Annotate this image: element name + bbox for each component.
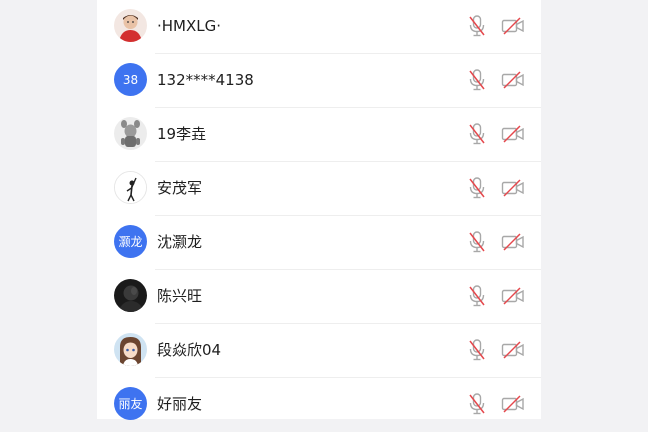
participant-name: 段焱欣04: [157, 341, 222, 359]
avatar: [114, 279, 147, 312]
avatar: 丽友: [114, 387, 147, 420]
participant-name: 好丽友: [157, 395, 203, 413]
participant-name: ·HMXLG·: [157, 17, 222, 35]
mic-muted-icon[interactable]: [467, 392, 487, 416]
avatar: [114, 9, 147, 42]
mic-muted-icon[interactable]: [467, 68, 487, 92]
camera-off-icon[interactable]: [501, 340, 525, 360]
participant-name: 陈兴旺: [157, 287, 203, 305]
participant-row[interactable]: 丽友 好丽友: [97, 378, 541, 432]
mic-muted-icon[interactable]: [467, 176, 487, 200]
participant-row[interactable]: 段焱欣04: [97, 324, 541, 378]
camera-off-icon[interactable]: [501, 232, 525, 252]
participant-row[interactable]: 19李垚: [97, 108, 541, 162]
avatar: 灏龙: [114, 225, 147, 258]
mic-muted-icon[interactable]: [467, 14, 487, 38]
avatar: [114, 333, 147, 366]
avatar: [114, 171, 147, 204]
participant-name: 沈灏龙: [157, 233, 203, 251]
participant-name: 132****4138: [157, 71, 254, 89]
participant-row[interactable]: ·HMXLG·: [97, 0, 541, 54]
participant-list: ·HMXLG· 38 132****4138 19李垚 安茂军 灏龙 沈灏龙 陈…: [97, 0, 541, 420]
camera-off-icon[interactable]: [501, 124, 525, 144]
mic-muted-icon[interactable]: [467, 284, 487, 308]
avatar: [114, 117, 147, 150]
camera-off-icon[interactable]: [501, 70, 525, 90]
camera-off-icon[interactable]: [501, 16, 525, 36]
participant-row[interactable]: 安茂军: [97, 162, 541, 216]
camera-off-icon[interactable]: [501, 286, 525, 306]
participant-row[interactable]: 陈兴旺: [97, 270, 541, 324]
camera-off-icon[interactable]: [501, 394, 525, 414]
participant-row[interactable]: 灏龙 沈灏龙: [97, 216, 541, 270]
participant-name: 19李垚: [157, 125, 207, 143]
camera-off-icon[interactable]: [501, 178, 525, 198]
mic-muted-icon[interactable]: [467, 122, 487, 146]
avatar: 38: [114, 63, 147, 96]
participant-name: 安茂军: [157, 179, 203, 197]
mic-muted-icon[interactable]: [467, 338, 487, 362]
participant-row[interactable]: 38 132****4138: [97, 54, 541, 108]
mic-muted-icon[interactable]: [467, 230, 487, 254]
